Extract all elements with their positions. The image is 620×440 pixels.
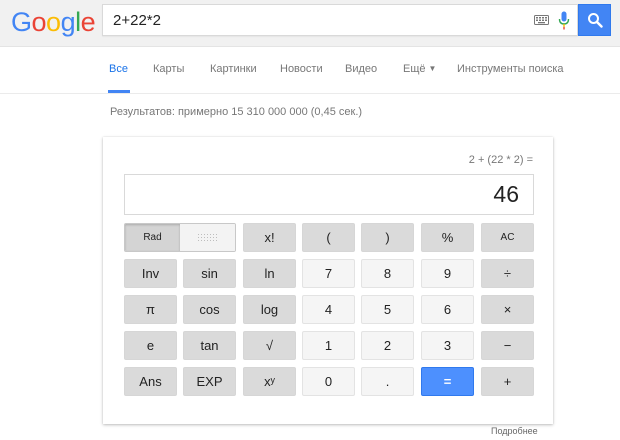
- logo-letter: G: [11, 7, 32, 37]
- results-stats: Результатов: примерно 15 310 000 000 (0,…: [110, 106, 363, 118]
- logo-letter: o: [46, 7, 61, 37]
- tab-search-tools[interactable]: Инструменты поиска: [457, 63, 564, 75]
- key-ln[interactable]: ln: [243, 259, 296, 288]
- search-button[interactable]: [578, 4, 611, 36]
- search-input[interactable]: [103, 5, 523, 35]
- key-answer[interactable]: Ans: [124, 367, 177, 396]
- key-inverse[interactable]: Inv: [124, 259, 177, 288]
- logo-letter: o: [31, 7, 47, 37]
- key-pi[interactable]: π: [124, 295, 177, 324]
- key-9[interactable]: 9: [421, 259, 474, 288]
- calculator-card: 2 + (22 * 2) = 46 Rad x! ( ) % AC Inv si…: [103, 137, 553, 424]
- key-6[interactable]: 6: [421, 295, 474, 324]
- dotted-grid-icon: [197, 233, 217, 241]
- key-sqrt[interactable]: √: [243, 331, 296, 360]
- key-e[interactable]: e: [124, 331, 177, 360]
- key-1[interactable]: 1: [302, 331, 355, 360]
- tab-more-label: Ещё: [403, 63, 426, 75]
- key-power[interactable]: xʸ: [243, 367, 296, 396]
- key-minus[interactable]: −: [481, 331, 534, 360]
- key-5[interactable]: 5: [361, 295, 414, 324]
- chevron-down-icon: ▼: [428, 64, 437, 73]
- key-7[interactable]: 7: [302, 259, 355, 288]
- key-0[interactable]: 0: [302, 367, 355, 396]
- calculator-result: 46: [493, 181, 519, 207]
- key-left-paren[interactable]: (: [302, 223, 355, 252]
- search-icon: [587, 13, 603, 28]
- deg-button[interactable]: [180, 224, 235, 251]
- key-divide[interactable]: ÷: [481, 259, 534, 288]
- rad-deg-toggle[interactable]: Rad: [124, 223, 236, 252]
- key-log[interactable]: log: [243, 295, 296, 324]
- tab-video[interactable]: Видео: [345, 63, 377, 75]
- key-4[interactable]: 4: [302, 295, 355, 324]
- tab-news[interactable]: Новости: [280, 63, 323, 75]
- tab-all[interactable]: Все: [109, 63, 128, 75]
- key-all-clear[interactable]: AC: [481, 223, 534, 252]
- keyboard-icon[interactable]: [534, 15, 549, 25]
- key-decimal[interactable]: .: [361, 367, 414, 396]
- search-box: [102, 4, 578, 36]
- key-exp[interactable]: EXP: [183, 367, 236, 396]
- tab-more[interactable]: Ещё ▼: [403, 63, 436, 75]
- more-info-link[interactable]: Подробнее: [491, 426, 538, 436]
- key-8[interactable]: 8: [361, 259, 414, 288]
- google-logo[interactable]: Google: [11, 7, 96, 37]
- key-equals[interactable]: =: [421, 367, 474, 396]
- active-tab-indicator: [108, 90, 130, 93]
- key-right-paren[interactable]: ): [361, 223, 414, 252]
- microphone-icon[interactable]: [558, 11, 570, 30]
- tab-images[interactable]: Картинки: [210, 63, 257, 75]
- key-plus[interactable]: +: [481, 367, 534, 396]
- key-percent[interactable]: %: [421, 223, 474, 252]
- calculator-expression: 2 + (22 * 2) =: [468, 154, 533, 166]
- rad-button[interactable]: Rad: [125, 224, 180, 251]
- key-2[interactable]: 2: [361, 331, 414, 360]
- header-bar: Google: [0, 0, 620, 47]
- key-3[interactable]: 3: [421, 331, 474, 360]
- key-sin[interactable]: sin: [183, 259, 236, 288]
- logo-letter: g: [60, 7, 76, 37]
- calculator-display: 46: [124, 174, 534, 215]
- key-multiply[interactable]: ×: [481, 295, 534, 324]
- key-factorial[interactable]: x!: [243, 223, 296, 252]
- key-cos[interactable]: cos: [183, 295, 236, 324]
- search-tabs: Все Карты Картинки Новости Видео Ещё ▼ Ин…: [0, 47, 620, 94]
- tab-maps[interactable]: Карты: [153, 63, 184, 75]
- logo-letter: e: [80, 7, 96, 37]
- key-tan[interactable]: tan: [183, 331, 236, 360]
